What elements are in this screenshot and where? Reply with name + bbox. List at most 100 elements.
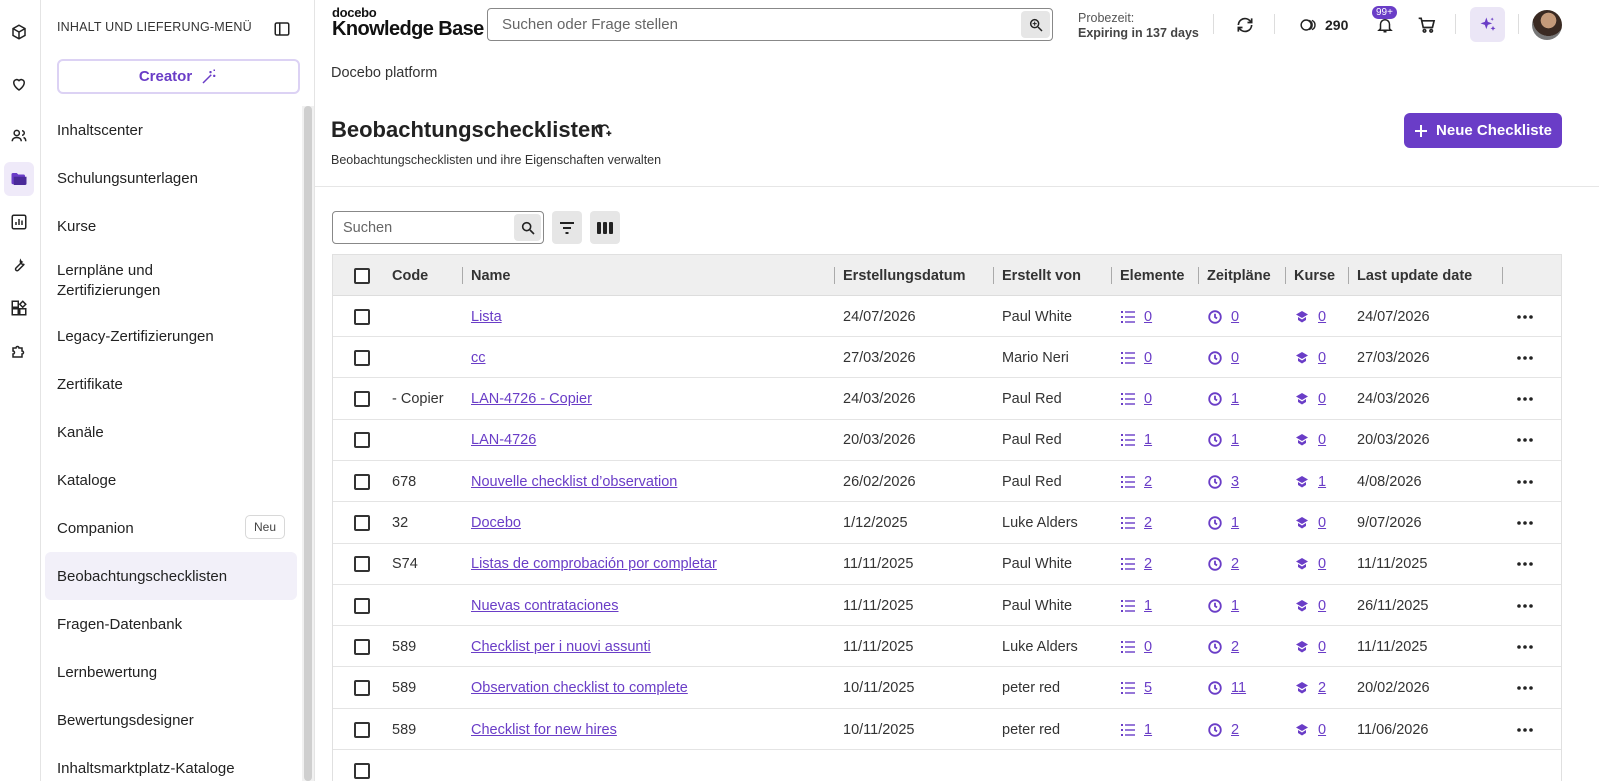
row-schedules[interactable]: 3 bbox=[1208, 461, 1239, 502]
elements-count[interactable]: 2 bbox=[1144, 556, 1152, 572]
row-checkbox[interactable] bbox=[354, 420, 370, 461]
courses-count[interactable]: 1 bbox=[1318, 474, 1326, 490]
elements-count[interactable]: 0 bbox=[1144, 309, 1152, 325]
sidebar-item-lernplaene[interactable]: Lernpläne und Zertifizierungen bbox=[45, 250, 297, 312]
row-checkbox[interactable] bbox=[354, 296, 370, 337]
cart-icon[interactable] bbox=[1415, 12, 1439, 38]
row-checkbox[interactable] bbox=[354, 585, 370, 626]
row-elements[interactable]: 1 bbox=[1121, 420, 1152, 461]
table-row[interactable]: 32 Docebo 1/12/2025 Luke Alders 2 1 0 9/07/2026 bbox=[333, 502, 1561, 544]
row-schedules[interactable]: 0 bbox=[1208, 296, 1239, 337]
row-courses[interactable]: 1 bbox=[1295, 461, 1326, 502]
columns-icon[interactable] bbox=[590, 211, 620, 244]
cube-icon[interactable] bbox=[4, 15, 34, 49]
search-icon[interactable] bbox=[514, 214, 541, 241]
courses-count[interactable]: 2 bbox=[1318, 680, 1326, 696]
row-courses[interactable]: 0 bbox=[1295, 337, 1326, 378]
row-more-icon[interactable] bbox=[1517, 544, 1533, 585]
column-divider[interactable] bbox=[462, 267, 463, 284]
heart-icon[interactable] bbox=[4, 67, 34, 101]
column-author[interactable]: Erstellt von bbox=[1002, 255, 1081, 296]
table-row[interactable]: S74 Listas de comprobación por completar 1… bbox=[333, 543, 1561, 585]
table-row[interactable]: LAN-4726 20/03/2026 Paul Red 1 1 0 20/03/2026 bbox=[333, 419, 1561, 461]
sidebar-item-zertifikate[interactable]: Zertifikate bbox=[45, 360, 297, 408]
row-more-icon[interactable] bbox=[1517, 668, 1533, 709]
row-courses[interactable]: 0 bbox=[1295, 420, 1326, 461]
favorite-add-icon[interactable] bbox=[592, 120, 614, 145]
schedules-count[interactable]: 2 bbox=[1231, 639, 1239, 655]
row-more-icon[interactable] bbox=[1517, 709, 1533, 750]
column-name[interactable]: Name bbox=[471, 255, 511, 296]
row-schedules[interactable]: 2 bbox=[1208, 709, 1239, 750]
sidebar-item-companion[interactable]: Companion Neu bbox=[45, 504, 297, 552]
row-elements[interactable]: 1 bbox=[1121, 709, 1152, 750]
column-schedules[interactable]: Zeitpläne bbox=[1207, 255, 1271, 296]
row-elements[interactable]: 0 bbox=[1121, 337, 1152, 378]
logo-knowledge-base[interactable]: Knowledge Base bbox=[332, 18, 484, 41]
sidebar-item-schulungsunterlagen[interactable]: Schulungsunterlagen bbox=[45, 154, 297, 202]
row-elements[interactable]: 1 bbox=[1121, 585, 1152, 626]
column-updated[interactable]: Last update date bbox=[1357, 255, 1472, 296]
column-divider[interactable] bbox=[1111, 267, 1112, 284]
puzzle-icon[interactable] bbox=[4, 334, 34, 368]
row-checkbox[interactable] bbox=[354, 461, 370, 502]
sidebar-item-beobachtungschecklisten[interactable]: Beobachtungschecklisten bbox=[45, 552, 297, 600]
refresh-icon[interactable] bbox=[1233, 12, 1257, 38]
row-name-link[interactable]: Docebo bbox=[471, 515, 521, 531]
courses-count[interactable]: 0 bbox=[1318, 432, 1326, 448]
column-elements[interactable]: Elemente bbox=[1120, 255, 1184, 296]
row-name-link[interactable]: Checklist for new hires bbox=[471, 722, 617, 738]
row-courses[interactable]: 0 bbox=[1295, 585, 1326, 626]
row-more-icon[interactable] bbox=[1517, 379, 1533, 420]
row-checkbox[interactable] bbox=[354, 379, 370, 420]
row-name-link[interactable]: Lista bbox=[471, 309, 502, 325]
row-schedules[interactable]: 2 bbox=[1208, 544, 1239, 585]
row-more-icon[interactable] bbox=[1517, 461, 1533, 502]
sidebar-item-inhaltsmarktplatz-kataloge[interactable]: Inhaltsmarktplatz-Kataloge bbox=[45, 744, 297, 781]
sidebar-item-bewertungsdesigner[interactable]: Bewertungsdesigner bbox=[45, 696, 297, 744]
row-checkbox[interactable] bbox=[354, 337, 370, 378]
table-row[interactable]: Lista 24/07/2026 Paul White 0 0 0 24/07/2026 bbox=[333, 296, 1561, 337]
row-schedules[interactable]: 2 bbox=[1208, 626, 1239, 667]
row-elements[interactable]: 0 bbox=[1121, 296, 1152, 337]
new-checklist-button[interactable]: Neue Checkliste bbox=[1404, 113, 1562, 148]
row-schedules[interactable]: 11 bbox=[1208, 668, 1246, 709]
global-search-input[interactable] bbox=[488, 9, 1008, 40]
schedules-count[interactable]: 2 bbox=[1231, 722, 1239, 738]
sidebar-collapse-icon[interactable] bbox=[271, 18, 293, 40]
row-courses[interactable]: 2 bbox=[1295, 668, 1326, 709]
row-elements[interactable]: 0 bbox=[1121, 379, 1152, 420]
elements-count[interactable]: 0 bbox=[1144, 391, 1152, 407]
row-more-icon[interactable] bbox=[1517, 626, 1533, 667]
column-divider[interactable] bbox=[993, 267, 994, 284]
row-name-link[interactable]: cc bbox=[471, 350, 486, 366]
breadcrumb[interactable]: Docebo platform bbox=[331, 65, 437, 81]
folder-icon[interactable] bbox=[4, 162, 34, 196]
elements-count[interactable]: 0 bbox=[1144, 639, 1152, 655]
row-elements[interactable]: 2 bbox=[1121, 503, 1152, 544]
widgets-icon[interactable] bbox=[4, 291, 34, 325]
row-schedules[interactable]: 0 bbox=[1208, 337, 1239, 378]
users-icon[interactable] bbox=[4, 119, 34, 153]
scrollbar-thumb[interactable] bbox=[304, 106, 312, 781]
row-elements[interactable]: 0 bbox=[1121, 626, 1152, 667]
elements-count[interactable]: 2 bbox=[1144, 474, 1152, 490]
column-created[interactable]: Erstellungsdatum bbox=[843, 255, 965, 296]
row-name-link[interactable]: LAN-4726 bbox=[471, 432, 536, 448]
row-elements[interactable]: 2 bbox=[1121, 461, 1152, 502]
filter-icon[interactable] bbox=[552, 211, 582, 244]
courses-count[interactable]: 0 bbox=[1318, 515, 1326, 531]
column-divider[interactable] bbox=[1348, 267, 1349, 284]
elements-count[interactable]: 1 bbox=[1144, 722, 1152, 738]
table-row[interactable]: cc 27/03/2026 Mario Neri 0 0 0 27/03/2026 bbox=[333, 337, 1561, 379]
row-courses[interactable]: 0 bbox=[1295, 503, 1326, 544]
column-divider[interactable] bbox=[1285, 267, 1286, 284]
row-schedules[interactable]: 1 bbox=[1208, 379, 1239, 420]
row-elements[interactable]: 2 bbox=[1121, 544, 1152, 585]
table-search-input[interactable] bbox=[333, 212, 509, 243]
row-courses[interactable]: 0 bbox=[1295, 379, 1326, 420]
courses-count[interactable]: 0 bbox=[1318, 309, 1326, 325]
elements-count[interactable]: 5 bbox=[1144, 680, 1152, 696]
schedules-count[interactable]: 1 bbox=[1231, 598, 1239, 614]
column-divider[interactable] bbox=[1198, 267, 1199, 284]
